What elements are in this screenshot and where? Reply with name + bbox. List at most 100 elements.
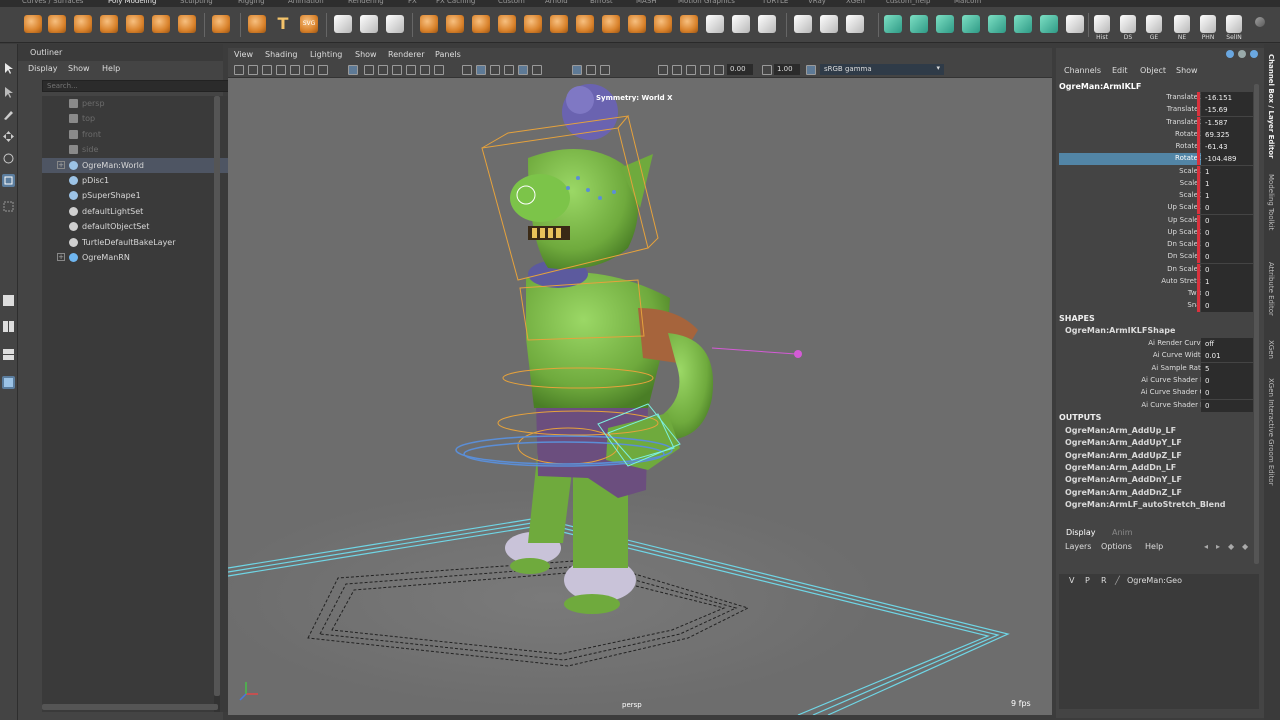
channel-attribute-row[interactable]: Snap0 [1059, 300, 1253, 313]
paint-select-icon[interactable] [2, 108, 15, 121]
resolution-gate-icon[interactable] [378, 65, 388, 75]
attribute-value-field[interactable]: 5 [1201, 362, 1253, 375]
shelf-tab[interactable]: Rendering [348, 0, 384, 5]
shelf-tab[interactable]: custom_help [886, 0, 930, 5]
outliner-item[interactable]: side [42, 142, 228, 157]
outliner-item[interactable]: persp [42, 96, 228, 111]
shape-attribute-row[interactable]: Ai Sample Rate 5 [1059, 362, 1253, 375]
delete-history-icon[interactable] [1120, 15, 1136, 33]
attribute-value-field[interactable]: 0 [1201, 387, 1253, 400]
shape-attribute-row[interactable]: Ai Render Curve off [1059, 338, 1253, 350]
shelf-settings-icon[interactable] [1255, 17, 1265, 27]
right-tab[interactable]: Attribute Editor [1267, 262, 1275, 316]
attribute-value-field[interactable]: 0 [1201, 300, 1253, 313]
tab-anim[interactable]: Anim [1112, 528, 1133, 537]
viewport-menu-show[interactable]: Show [355, 50, 377, 59]
attribute-value-field[interactable]: -16.151 [1201, 92, 1253, 104]
node-name[interactable]: OgreMan:ArmIKLF [1059, 82, 1141, 91]
scrollbar-thumb[interactable] [214, 96, 220, 696]
panel-toggle-icon[interactable] [1226, 50, 1234, 58]
layout-single-icon[interactable] [2, 294, 15, 307]
shape-attribute-row[interactable]: Ai Curve Width 0.01 [1059, 350, 1253, 363]
safe-action-icon[interactable] [420, 65, 430, 75]
poly-platonic-icon[interactable] [212, 15, 230, 33]
attribute-value-field[interactable]: 0 [1201, 263, 1253, 276]
poly-cube-icon[interactable] [48, 15, 66, 33]
panel-close-icon[interactable] [1250, 50, 1258, 58]
color-space-dropdown[interactable]: sRGB gamma ▾ [820, 64, 944, 75]
right-tab[interactable]: XGen [1267, 340, 1275, 359]
attribute-value-field[interactable]: -104.489 [1201, 153, 1253, 166]
rotate-tool-icon[interactable] [2, 152, 15, 165]
boolean-icon[interactable] [420, 15, 438, 33]
shelf-tab[interactable]: Rigging [238, 0, 265, 5]
graph-editor-icon[interactable] [1146, 15, 1162, 33]
shelf-tab[interactable]: Malcom [954, 0, 981, 5]
outliner-menu-show[interactable]: Show [68, 64, 90, 73]
right-tab[interactable]: XGen Interactive Groom Editor [1267, 378, 1275, 486]
ambient-occlusion-icon[interactable] [658, 65, 668, 75]
output-node[interactable]: OgreMan:Arm_AddUpY_LF [1065, 438, 1182, 447]
channel-attribute-row[interactable]: Scale Y1 [1059, 177, 1253, 190]
output-node[interactable]: OgreMan:Arm_AddUp_LF [1065, 426, 1176, 435]
channel-attribute-row[interactable]: Translate Z -1.587 [1059, 116, 1253, 129]
viewport-menu-shading[interactable]: Shading [265, 50, 298, 59]
attribute-name[interactable]: Ai Curve Shader R [1141, 376, 1205, 384]
attribute-value-field[interactable]: off [1201, 338, 1253, 350]
attribute-name[interactable]: Ai Curve Shader G [1141, 388, 1205, 396]
outliner-item[interactable]: defaultObjectSet [42, 219, 228, 234]
outliner-item[interactable]: pSuperShape1 [42, 188, 228, 203]
lasso-tool-icon[interactable] [2, 86, 15, 99]
wireframe-shade-icon[interactable] [462, 65, 472, 75]
wireframe-icon[interactable] [348, 65, 358, 75]
attribute-value-field[interactable]: 69.325 [1201, 128, 1253, 141]
custom-tool-7-icon[interactable] [1040, 15, 1058, 33]
channel-attribute-row[interactable]: Rotate Y -61.43 [1059, 141, 1253, 153]
shelf-tab[interactable]: Sculpting [180, 0, 213, 5]
combine-icon[interactable] [334, 15, 352, 33]
poly-cone-icon[interactable] [100, 15, 118, 33]
select-camera-icon[interactable] [234, 65, 244, 75]
expand-toggle-icon[interactable]: + [57, 160, 65, 169]
poly-plane-icon[interactable] [152, 15, 170, 33]
custom-tool-5-icon[interactable] [988, 15, 1006, 33]
isolate-select-icon[interactable] [572, 65, 582, 75]
attribute-value-field[interactable]: 0 [1201, 239, 1253, 251]
select-in-icon[interactable] [1226, 15, 1242, 33]
channel-attribute-row[interactable]: Rotate X 69.325 [1059, 128, 1253, 141]
planar-map-icon[interactable] [820, 15, 838, 33]
outliner-item[interactable]: TurtleDefaultBakeLayer [42, 235, 228, 250]
shelf-tab[interactable]: Poly Modeling [108, 0, 156, 5]
uv-editor-icon[interactable] [794, 15, 812, 33]
output-node[interactable]: OgreMan:ArmLF_autoStretch_Blend [1065, 500, 1226, 509]
gamma-field[interactable]: 1.00 [774, 64, 800, 75]
outliner-search-input[interactable] [43, 81, 223, 91]
triangulate-icon[interactable] [706, 15, 724, 33]
bridge-icon[interactable] [498, 15, 516, 33]
attribute-value-field[interactable]: 1 [1201, 275, 1253, 288]
shelf-tab[interactable]: FX Caching [436, 0, 475, 5]
attribute-value-field[interactable]: 1 [1201, 190, 1253, 202]
custom-tool-3-icon[interactable] [936, 15, 954, 33]
cb-menu-channels[interactable]: Channels [1064, 66, 1101, 75]
shadows-icon[interactable] [532, 65, 542, 75]
cb-menu-object[interactable]: Object [1140, 66, 1166, 75]
attribute-value-field[interactable]: 1 [1201, 165, 1253, 178]
custom-tool-6-icon[interactable] [1014, 15, 1032, 33]
cb-menu-edit[interactable]: Edit [1112, 66, 1128, 75]
layer-menu-help[interactable]: Help [1145, 542, 1163, 551]
channel-attribute-row[interactable]: Up Scale Y0 [1059, 214, 1253, 227]
color-management-icon[interactable] [806, 65, 816, 75]
channel-attribute-row[interactable]: Scale Z1 [1059, 190, 1253, 202]
attribute-value-field[interactable]: 0 [1201, 374, 1253, 387]
grease-pencil-icon[interactable] [290, 65, 300, 75]
poly-disc-icon[interactable] [178, 15, 196, 33]
shelf-tab[interactable]: MASH [636, 0, 657, 5]
grid-icon[interactable] [318, 65, 328, 75]
two-d-pan-icon[interactable] [304, 65, 314, 75]
shelf-tab[interactable]: Bifrost [590, 0, 613, 5]
custom-tool-8-icon[interactable] [1066, 15, 1084, 33]
auto-map-icon[interactable] [846, 15, 864, 33]
layer-row[interactable]: V P R ╱ OgreMan:Geo [1059, 574, 1259, 588]
attribute-value-field[interactable]: -15.69 [1201, 104, 1253, 117]
